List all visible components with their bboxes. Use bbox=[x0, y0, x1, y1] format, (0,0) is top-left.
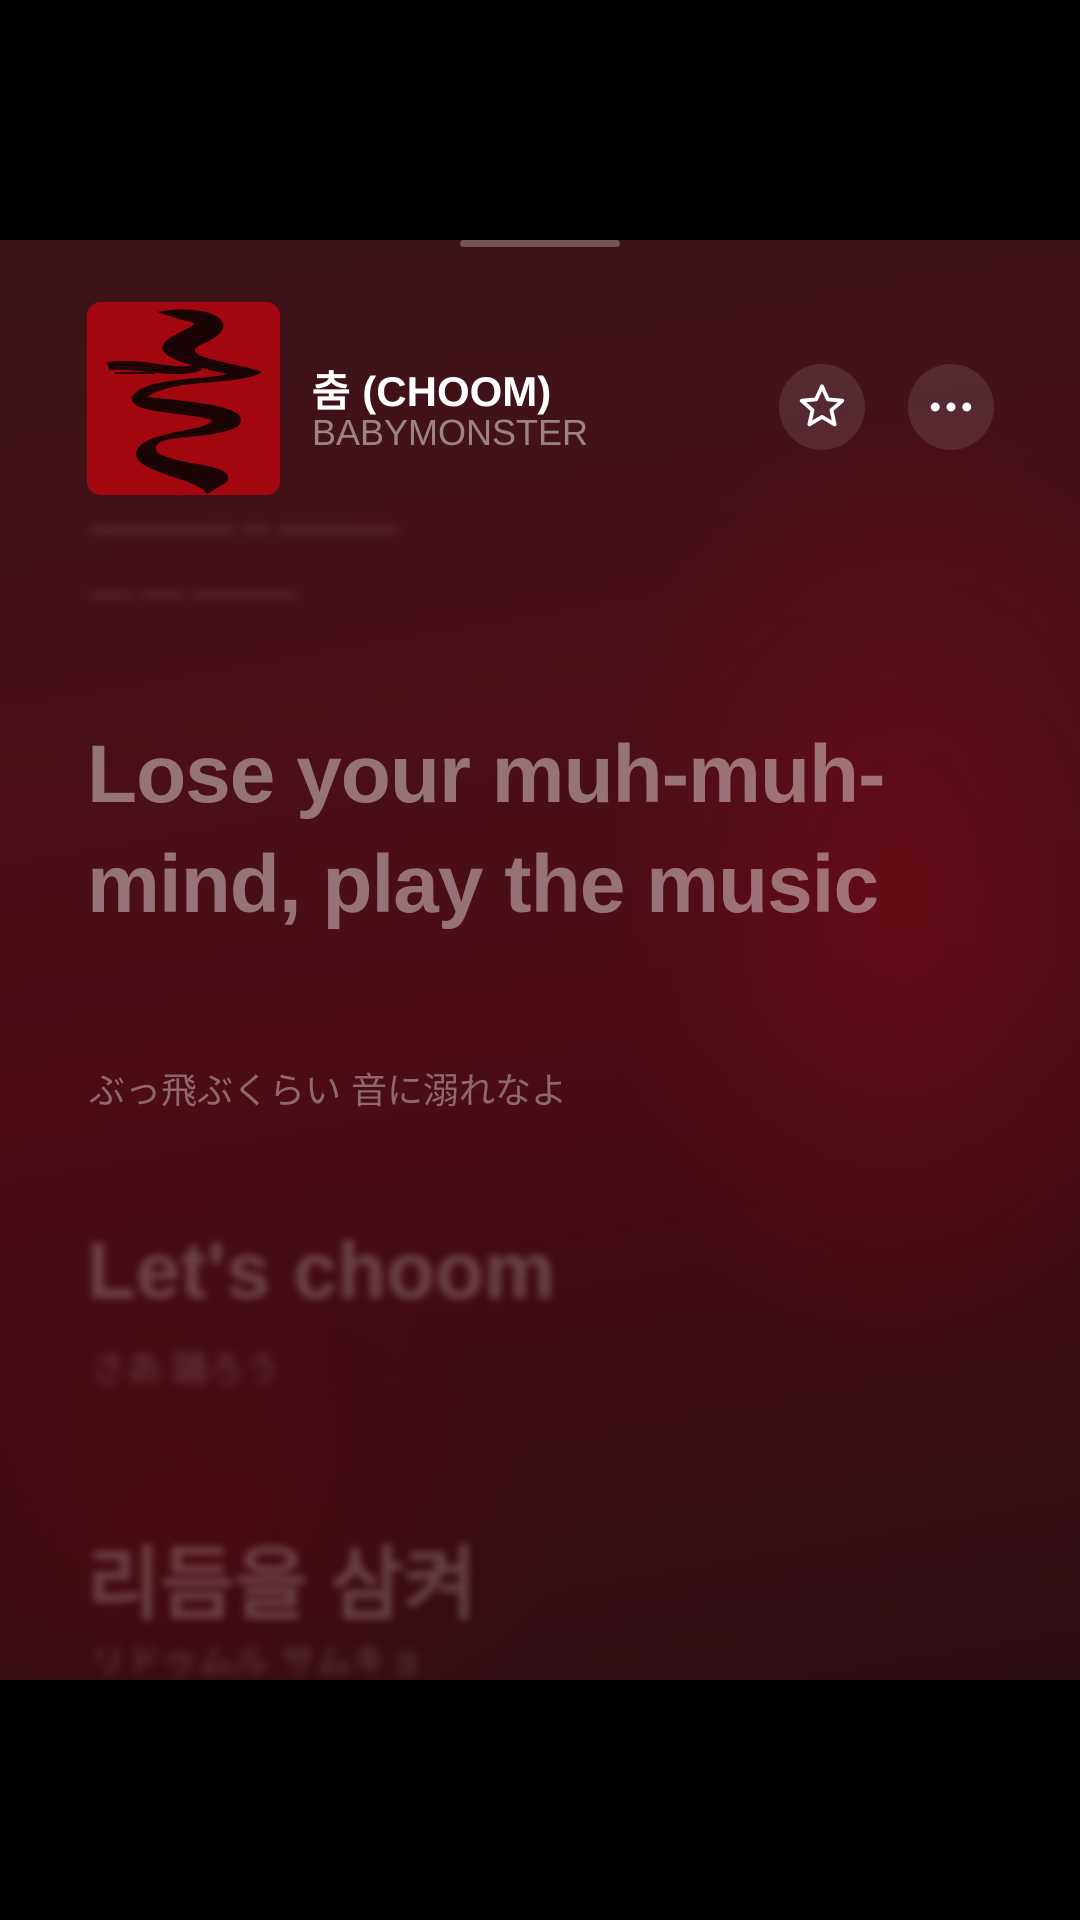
album-art-graphic bbox=[87, 302, 280, 495]
next-lyric-translation: さあ 踊ろう bbox=[90, 1348, 281, 1389]
later-lyric-translation: リドゥムル サムキョ bbox=[90, 1640, 424, 1680]
active-lyric-translation: ぶっ飛ぶくらい 音に溺れなよ bbox=[89, 1070, 568, 1111]
artist-name[interactable]: BABYMONSTER bbox=[312, 412, 588, 454]
ellipsis-icon bbox=[930, 402, 972, 412]
later-lyric-line[interactable]: 리듬을 삼켜 bbox=[87, 1520, 477, 1636]
more-options-button[interactable] bbox=[908, 364, 994, 450]
track-title[interactable]: 춤 (CHOOM) bbox=[312, 358, 551, 419]
sheet-grabber[interactable] bbox=[460, 240, 620, 247]
favorite-button[interactable] bbox=[779, 364, 865, 450]
previous-lyric-translation: ── ── ───── bbox=[90, 578, 298, 611]
now-playing-lyrics-screen: 춤 (CHOOM) BABYMONSTER ────── ─ ───── ── … bbox=[0, 240, 1080, 1680]
top-letterbox bbox=[0, 0, 1080, 240]
previous-lyric-line: ────── ─ ───── bbox=[90, 510, 398, 548]
album-artwork[interactable] bbox=[87, 302, 280, 495]
next-lyric-line[interactable]: Let's choom bbox=[87, 1225, 555, 1317]
active-lyric-line[interactable]: Lose your muh-muh-mind, play the music bbox=[87, 720, 987, 940]
bottom-letterbox bbox=[0, 1680, 1080, 1920]
star-outline-icon bbox=[799, 384, 845, 427]
